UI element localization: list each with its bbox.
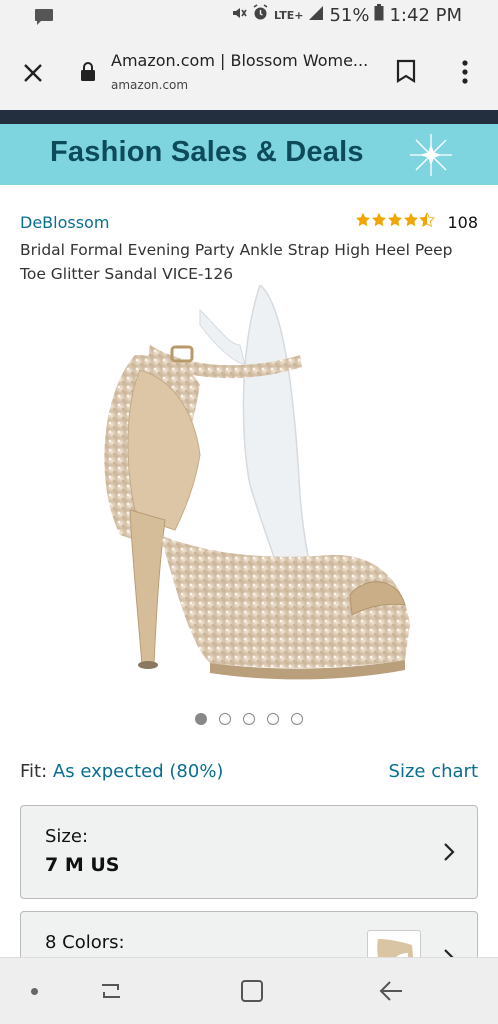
brand-link[interactable]: DeBlossom bbox=[20, 213, 109, 232]
rating[interactable]: 108 bbox=[355, 212, 478, 232]
carousel-dot[interactable] bbox=[243, 713, 255, 725]
carousel-dot[interactable] bbox=[219, 713, 231, 725]
carousel-dot[interactable] bbox=[267, 713, 279, 725]
mute-icon bbox=[231, 5, 247, 26]
size-selector[interactable]: Size: 7 M US bbox=[20, 805, 478, 899]
battery-percent: 51% bbox=[329, 4, 370, 26]
fit-row: Fit: As expected (80%) Size chart bbox=[20, 761, 478, 782]
site-header-strip bbox=[0, 110, 498, 124]
lock-icon bbox=[80, 62, 96, 86]
system-nav-bar bbox=[0, 957, 498, 1024]
colors-label: 8 Colors: bbox=[45, 932, 125, 953]
size-chart-link[interactable]: Size chart bbox=[389, 761, 478, 782]
more-vert-icon[interactable] bbox=[459, 59, 471, 89]
network-type: LTE+ bbox=[274, 8, 304, 22]
browser-toolbar: Amazon.com | Blossom Wome... amazon.com bbox=[0, 34, 498, 110]
alarm-icon bbox=[252, 4, 269, 26]
battery-icon bbox=[374, 4, 384, 26]
back-icon[interactable] bbox=[378, 979, 404, 1007]
star-rating-icon bbox=[355, 212, 437, 232]
product-title: Bridal Formal Evening Party Ankle Strap … bbox=[20, 241, 453, 283]
bookmark-icon[interactable] bbox=[396, 59, 416, 87]
image-carousel-dots bbox=[0, 713, 498, 725]
banner-text: Fashion Sales & Deals bbox=[50, 136, 364, 168]
recent-apps-icon[interactable] bbox=[98, 978, 124, 1008]
home-icon[interactable] bbox=[240, 979, 264, 1007]
carousel-dot[interactable] bbox=[291, 713, 303, 725]
promo-banner[interactable]: Fashion Sales & Deals bbox=[0, 124, 498, 185]
status-bar: LTE+ 51% 1:42 PM bbox=[0, 0, 498, 34]
size-value: 7 M US bbox=[45, 854, 120, 876]
product-image[interactable] bbox=[80, 283, 420, 685]
page-domain: amazon.com bbox=[111, 78, 189, 92]
nav-dot-icon bbox=[31, 988, 38, 995]
signal-icon bbox=[308, 5, 324, 26]
size-label: Size: bbox=[45, 826, 89, 847]
close-icon[interactable] bbox=[20, 60, 46, 90]
message-notification-icon bbox=[34, 8, 54, 30]
sparkle-icon bbox=[408, 132, 454, 182]
rating-count: 108 bbox=[447, 212, 478, 232]
page-title: Amazon.com | Blossom Wome... bbox=[111, 51, 369, 70]
fit-value-link[interactable]: As expected (80%) bbox=[53, 761, 224, 782]
clock: 1:42 PM bbox=[389, 4, 462, 26]
fit-label: Fit: bbox=[20, 761, 48, 782]
carousel-dot[interactable] bbox=[195, 713, 207, 725]
chevron-right-icon bbox=[443, 842, 455, 866]
